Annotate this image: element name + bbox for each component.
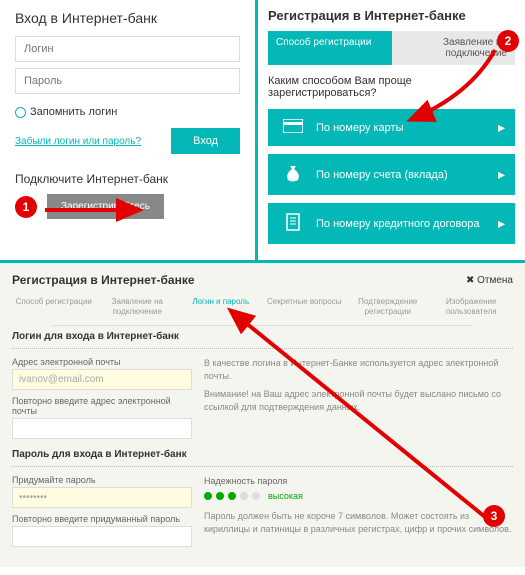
email-input[interactable] [12,369,192,390]
document-icon [278,213,308,234]
email-repeat-label: Повторно введите адрес электронной почты [12,396,192,416]
password-repeat-input[interactable] [12,526,192,547]
bottom-title: Регистрация в Интернет-банке [12,273,195,287]
login-input[interactable] [15,36,240,62]
option-card-label: По номеру карты [308,122,498,134]
login-section-title: Логин для входа в Интернет-банк [12,331,513,342]
option-card[interactable]: По номеру карты ▸ [268,109,515,146]
login-button[interactable]: Вход [171,128,240,154]
remember-login[interactable]: Запомнить логин [15,106,240,118]
step-1[interactable]: Способ регистрации [12,297,96,317]
step-6[interactable]: Изображение пользователя [430,297,514,317]
login-title: Вход в Интернет-банк [15,10,240,26]
tab-method[interactable]: Способ регистрации [268,31,392,65]
badge-3: 3 [483,505,505,527]
cancel-button[interactable]: ✖ Отмена [466,275,513,286]
strength-dot-icon [252,492,260,500]
reg-tabs: Способ регистрации Заявление на подключе… [268,31,515,65]
strength-label: Надежность пароля [204,475,513,488]
forgot-link[interactable]: Забыли логин или пароль? [15,136,141,147]
step-2[interactable]: Заявление на подключение [96,297,180,317]
option-credit[interactable]: По номеру кредитного договора ▸ [268,203,515,244]
radio-icon [15,107,26,118]
card-icon [278,119,308,136]
moneybag-icon [278,164,308,185]
strength-dot-icon [204,492,212,500]
strength-dot-icon [216,492,224,500]
chevron-right-icon: ▸ [498,166,505,183]
password-create-label: Придумайте пароль [12,475,192,485]
option-account[interactable]: По номеру счета (вклада) ▸ [268,154,515,195]
remember-label: Запомнить логин [30,106,117,118]
chevron-right-icon: ▸ [498,215,505,232]
step-3[interactable]: Логин и пароль [179,297,263,317]
login-panel: Вход в Интернет-банк Запомнить логин Заб… [0,0,255,260]
tab-application[interactable]: Заявление на подключение [392,31,516,65]
strength-dot-icon [240,492,248,500]
option-credit-label: По номеру кредитного договора [308,218,498,230]
email-hint-1: В качестве логина в Интернет-Банке испол… [204,357,513,382]
reg-question: Каким способом Вам проще зарегистрироват… [268,75,515,99]
password-hint: Пароль должен быть не короче 7 символов.… [204,510,513,535]
step-5[interactable]: Подтверждение регистрации [346,297,430,317]
email-repeat-input[interactable] [12,418,192,439]
chevron-right-icon: ▸ [498,119,505,136]
connect-label: Подключите Интернет-банк [15,172,240,186]
password-repeat-label: Повторно введите придуманный пароль [12,514,192,524]
email-hint-2: Внимание! на Ваш адрес электронной почты… [204,388,513,413]
reg-title: Регистрация в Интернет-банке [268,8,515,23]
strength-dot-icon [228,492,236,500]
badge-2: 2 [497,30,519,52]
email-label: Адрес электронной почты [12,357,192,367]
strength-text: высокая [268,490,303,503]
password-create-input[interactable] [12,487,192,508]
password-strength: высокая [204,490,513,503]
registration-form: Регистрация в Интернет-банке ✖ Отмена Сп… [0,263,525,567]
badge-1: 1 [15,196,37,218]
registration-panel: 2 Регистрация в Интернет-банке Способ ре… [255,0,525,260]
register-button[interactable]: Зарегистрируйтесь [47,194,164,219]
option-account-label: По номеру счета (вклада) [308,169,498,181]
password-input[interactable] [15,68,240,94]
step-4[interactable]: Секретные вопросы [263,297,347,317]
progress-stepper: Способ регистрации Заявление на подключе… [12,297,513,317]
password-section-title: Пароль для входа в Интернет-банк [12,449,513,460]
